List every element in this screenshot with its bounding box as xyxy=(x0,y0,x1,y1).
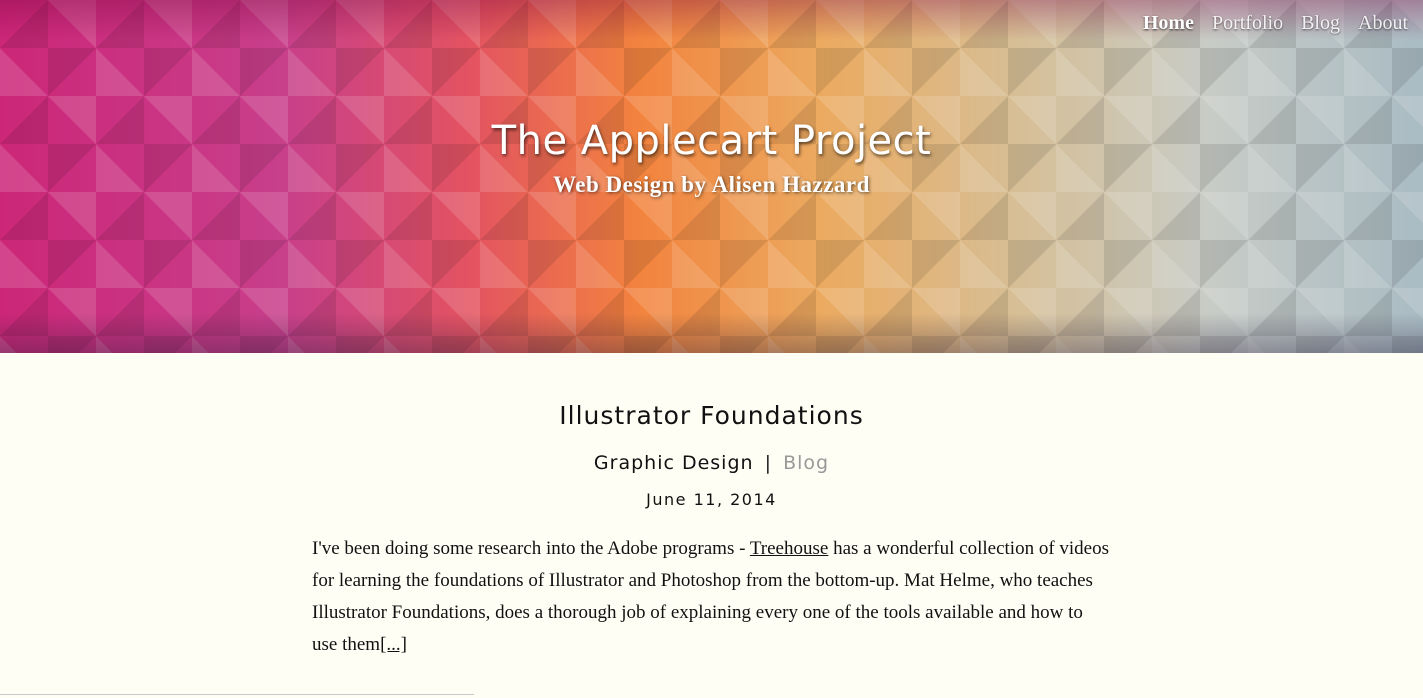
category-blog-link[interactable]: Blog xyxy=(783,452,829,474)
treehouse-link[interactable]: Treehouse xyxy=(750,538,828,559)
nav-portfolio[interactable]: Portfolio xyxy=(1212,12,1283,35)
category-separator: | xyxy=(764,452,773,474)
blog-post: Illustrator Foundations Graphic Design |… xyxy=(0,353,1423,661)
divider xyxy=(0,694,474,695)
hero-banner: Home Portfolio Blog About The Applecart … xyxy=(0,0,1423,353)
nav-home[interactable]: Home xyxy=(1143,12,1194,35)
post-excerpt: I've been doing some research into the A… xyxy=(312,533,1112,661)
main-nav: Home Portfolio Blog About xyxy=(1143,12,1408,35)
post-title: Illustrator Foundations xyxy=(559,401,864,430)
excerpt-text-start: I've been doing some research into the A… xyxy=(312,538,750,559)
nav-about[interactable]: About xyxy=(1358,12,1408,35)
category-graphic-design: Graphic Design xyxy=(593,452,754,474)
post-date: June 11, 2014 xyxy=(646,490,777,509)
read-more-link[interactable]: [...] xyxy=(380,634,407,655)
site-subtitle: Web Design by Alisen Hazzard xyxy=(553,172,870,197)
nav-blog[interactable]: Blog xyxy=(1301,12,1340,35)
site-title: The Applecart Project xyxy=(491,118,932,164)
hero-shade-bottom xyxy=(0,313,1423,353)
post-categories: Graphic Design | Blog xyxy=(0,452,1423,474)
